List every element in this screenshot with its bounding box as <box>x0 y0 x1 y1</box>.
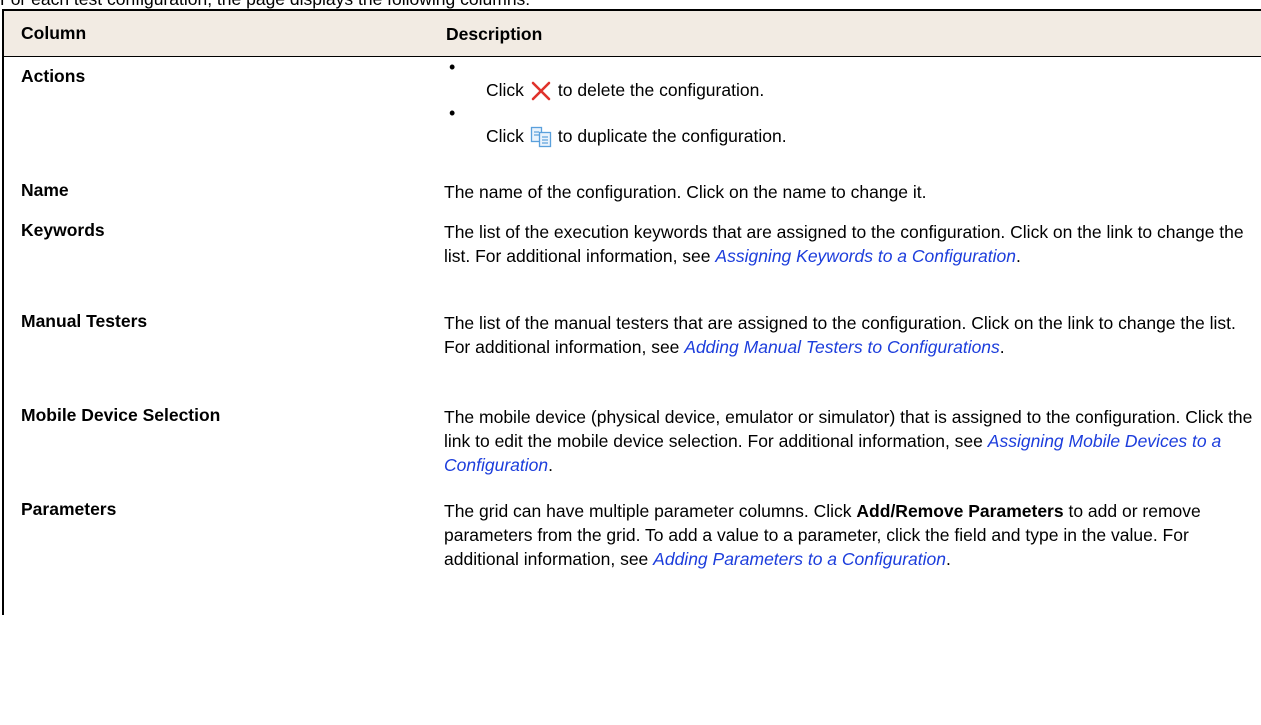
bullet: • <box>449 57 456 77</box>
row-name-parameters: Parameters <box>21 499 117 519</box>
row-name-mobile-device-selection: Mobile Device Selection <box>21 405 221 425</box>
duplicate-icon[interactable] <box>530 126 552 148</box>
delete-x-icon[interactable] <box>530 80 552 102</box>
bullet: • <box>449 103 456 123</box>
row-name-name: Name <box>21 180 69 200</box>
header-column: Column <box>21 23 87 43</box>
row-name-actions: Actions <box>21 66 86 86</box>
row-name-manual-testers: Manual Testers <box>21 311 148 331</box>
table-row-parameters: Parameters The grid can have multiple pa… <box>4 495 1261 615</box>
assigning-keywords-link[interactable]: Assigning Keywords to a Configuration <box>715 246 1016 266</box>
row-description-keywords: The list of the execution keywords that … <box>444 222 1244 266</box>
row-name-keywords: Keywords <box>21 220 105 240</box>
row-description-name: The name of the configuration. Click on … <box>444 182 927 202</box>
list-item: • Click to delete the configuration. <box>449 57 765 102</box>
table-row-manual-testers: Manual Testers The list of the manual te… <box>4 308 1261 402</box>
table-row-actions: Actions • Click to delete the configurat… <box>4 57 1261 173</box>
row-description-mobile-device-selection: The mobile device (physical device, emul… <box>444 407 1253 475</box>
header-description: Description <box>446 23 543 44</box>
row-description-parameters: The grid can have multiple parameter col… <box>444 501 1201 569</box>
row-description-actions: • Click to delete the configuration. • C… <box>444 57 1259 148</box>
list-item: • Click to duplicate the configuration. <box>449 103 787 148</box>
table-row-name: Name The name of the configuration. Clic… <box>4 173 1261 215</box>
add-remove-parameters-label: Add/Remove Parameters <box>856 501 1064 521</box>
actions-bullet-list: • Click to delete the configuration. • C… <box>444 56 1259 148</box>
table-row-mobile-device-selection: Mobile Device Selection The mobile devic… <box>4 402 1261 495</box>
table-row-keywords: Keywords The list of the execution keywo… <box>4 215 1261 308</box>
columns-table: Column Description Actions • Click to de… <box>2 9 1261 615</box>
table-header: Column Description <box>4 11 1261 57</box>
adding-parameters-link[interactable]: Adding Parameters to a Configuration <box>653 549 946 569</box>
adding-manual-testers-link[interactable]: Adding Manual Testers to Configurations <box>684 337 1000 357</box>
row-description-manual-testers: The list of the manual testers that are … <box>444 313 1236 357</box>
